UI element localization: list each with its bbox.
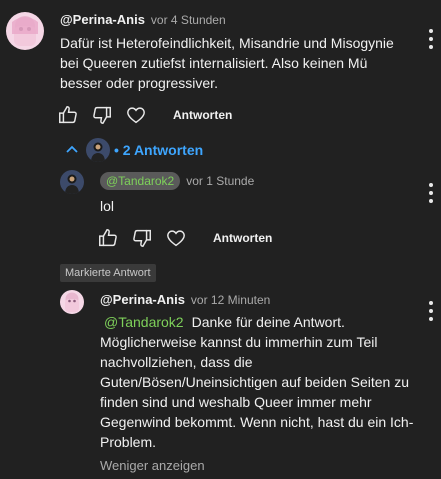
author-name[interactable]: @Perina-Anis: [100, 292, 185, 307]
reply-button[interactable]: Antworten: [173, 108, 232, 122]
avatar-perina[interactable]: [6, 12, 44, 50]
author-chip[interactable]: @Tandarok2: [100, 172, 181, 190]
heart-icon[interactable]: [125, 104, 147, 126]
reply2-text-start: Danke für deine Antwort.: [191, 314, 345, 330]
like-icon[interactable]: [57, 104, 79, 126]
reply1-text: lol: [100, 198, 115, 214]
like-icon[interactable]: [97, 227, 119, 249]
avatar-tandarok-small: [86, 138, 110, 162]
show-less-button[interactable]: Weniger anzeigen: [100, 458, 205, 473]
reply2-header: @Perina-Anis vor 12 Minuten: [100, 291, 270, 309]
comment-time[interactable]: vor 4 Stunden: [151, 13, 226, 27]
reply2-line: Möglicherweise kannst du immerhin zum Te…: [100, 334, 378, 350]
reply-button[interactable]: Antworten: [213, 231, 272, 245]
chevron-up-icon: [64, 142, 80, 158]
reply2-line: Guten/Bösen/Uneinsichtigen auf beiden Se…: [100, 374, 409, 390]
reply2-time[interactable]: vor 12 Minuten: [191, 293, 270, 307]
replies-toggle[interactable]: • 2 Antworten: [64, 138, 203, 162]
more-options-icon[interactable]: [428, 301, 434, 321]
reply2-line: Gegenwind bekommt. Wenn nicht, hast du e…: [100, 414, 414, 430]
more-options-icon[interactable]: [428, 29, 434, 49]
reply2-line: Problem.: [100, 434, 157, 450]
avatar-tandarok[interactable]: [60, 170, 84, 194]
reply2-line: nachvollziehen, dass die: [100, 354, 253, 370]
reply1-header: @Tandarok2 vor 1 Stunde: [100, 172, 254, 190]
author-name[interactable]: @Perina-Anis: [60, 12, 145, 27]
reply2-line: finden sind und weshalb Queer immer mehr: [100, 394, 372, 410]
replies-count[interactable]: • 2 Antworten: [114, 142, 203, 158]
reply1-actions: Antworten: [97, 227, 272, 249]
avatar-perina[interactable]: [60, 290, 84, 314]
comment-text: Dafür ist Heterofeindlichkeit, Misandrie…: [60, 35, 394, 91]
comment-header: @Perina-Anis vor 4 Stunden: [60, 11, 226, 29]
reply2-text: @Tandarok2 Danke für deine Antwort. Mögli…: [100, 312, 420, 452]
comment-actions: Antworten: [57, 104, 232, 126]
more-options-icon[interactable]: [428, 183, 434, 203]
reply2-first-line: @Tandarok2 Danke für deine Antwort.: [100, 312, 420, 332]
dislike-icon[interactable]: [91, 104, 113, 126]
dislike-icon[interactable]: [131, 227, 153, 249]
heart-icon[interactable]: [165, 227, 187, 249]
marked-reply-badge: Markierte Antwort: [60, 264, 156, 282]
mention-link[interactable]: @Tandarok2: [104, 314, 184, 330]
reply1-time[interactable]: vor 1 Stunde: [186, 174, 254, 188]
